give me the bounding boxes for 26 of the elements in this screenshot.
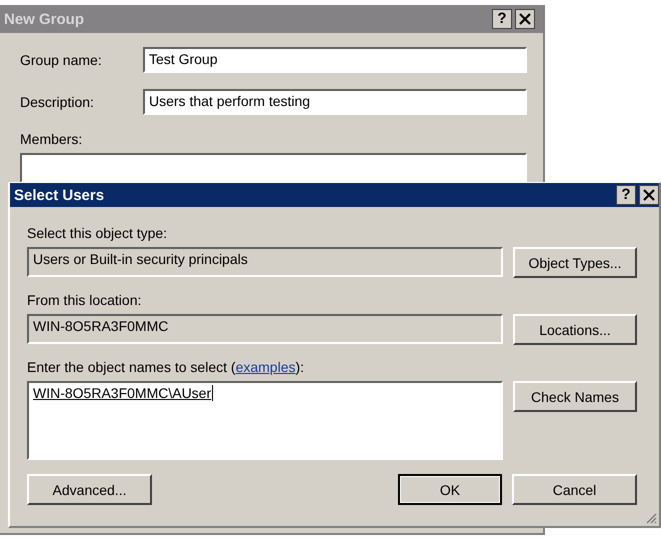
window-title: New Group xyxy=(4,10,86,28)
window-title: Select Users xyxy=(14,186,106,204)
object-names-field[interactable]: WIN-8O5RA3F0MMC\AUser xyxy=(27,381,503,460)
examples-link[interactable]: examples xyxy=(236,359,296,375)
advanced-button[interactable]: Advanced... xyxy=(27,474,152,505)
cancel-button[interactable]: Cancel xyxy=(512,474,637,505)
close-icon[interactable] xyxy=(639,185,659,205)
object-type-field: Users or Built-in security principals xyxy=(27,247,503,277)
resize-grip-icon[interactable] xyxy=(645,512,657,524)
ok-button[interactable]: OK xyxy=(398,474,502,505)
location-field: WIN-8O5RA3F0MMC xyxy=(27,314,503,344)
input-field[interactable]: Users that perform testing xyxy=(143,89,527,115)
field-label: From this location: xyxy=(27,292,142,308)
input-field[interactable]: Test Group xyxy=(143,47,527,73)
field-label: Description: xyxy=(20,94,95,110)
help-button[interactable]: ? xyxy=(616,185,636,205)
check-names-button[interactable]: Check Names xyxy=(513,381,637,412)
field-label: Select this object type: xyxy=(27,225,168,241)
field-label: Group name: xyxy=(20,52,103,68)
help-button[interactable]: ? xyxy=(492,9,512,29)
close-icon[interactable] xyxy=(515,9,535,29)
object-types-button[interactable]: Object Types... xyxy=(513,247,637,278)
members-label: Members: xyxy=(20,131,84,147)
locations-button[interactable]: Locations... xyxy=(513,314,637,345)
names-label: Enter the object names to select (examples): xyxy=(27,359,306,375)
members-list[interactable] xyxy=(20,153,527,183)
